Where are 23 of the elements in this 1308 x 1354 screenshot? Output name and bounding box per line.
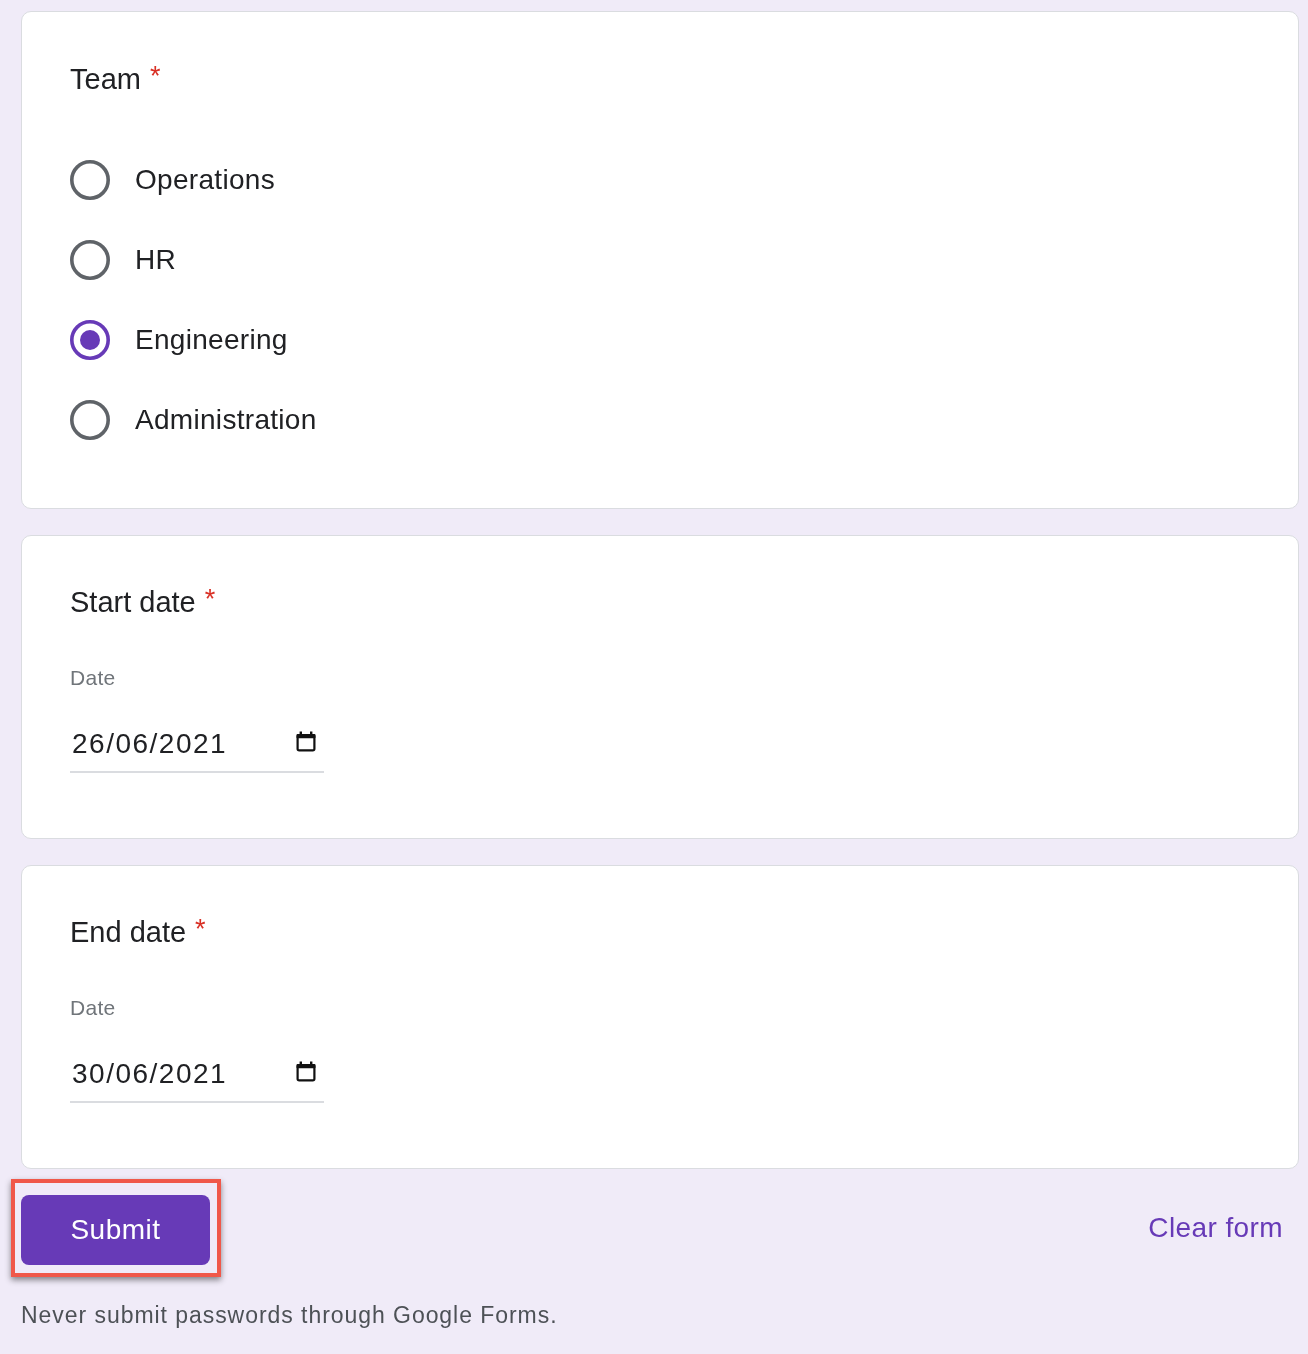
option-label[interactable]: Engineering <box>135 322 288 358</box>
date-field[interactable]: 30/06/2021 <box>70 1056 324 1103</box>
radio-button[interactable] <box>70 400 110 440</box>
field-label: Date <box>70 665 116 691</box>
field-label: Date <box>70 995 116 1021</box>
calendar-icon[interactable] <box>296 730 316 752</box>
date-field[interactable]: 26/06/2021 <box>70 726 324 773</box>
clear-form-button[interactable]: Clear form <box>1132 1204 1299 1252</box>
submit-button[interactable]: Submit <box>21 1195 210 1265</box>
required-asterisk: * <box>204 584 216 614</box>
radio-button[interactable] <box>70 160 110 200</box>
question-title: End date <box>70 915 187 950</box>
option-label[interactable]: Administration <box>135 402 317 438</box>
footer-notice: Never submit passwords through Google Forms. <box>21 1301 558 1330</box>
required-asterisk: * <box>195 914 206 944</box>
radio-button[interactable] <box>70 240 110 280</box>
calendar-icon[interactable] <box>296 1060 316 1082</box>
option-label[interactable]: Operations <box>135 162 275 198</box>
option-label[interactable]: HR <box>135 242 177 278</box>
question-title: Team <box>70 62 141 97</box>
radio-button[interactable] <box>70 320 110 360</box>
required-asterisk: * <box>149 61 161 91</box>
question-title: Start date <box>70 585 196 620</box>
